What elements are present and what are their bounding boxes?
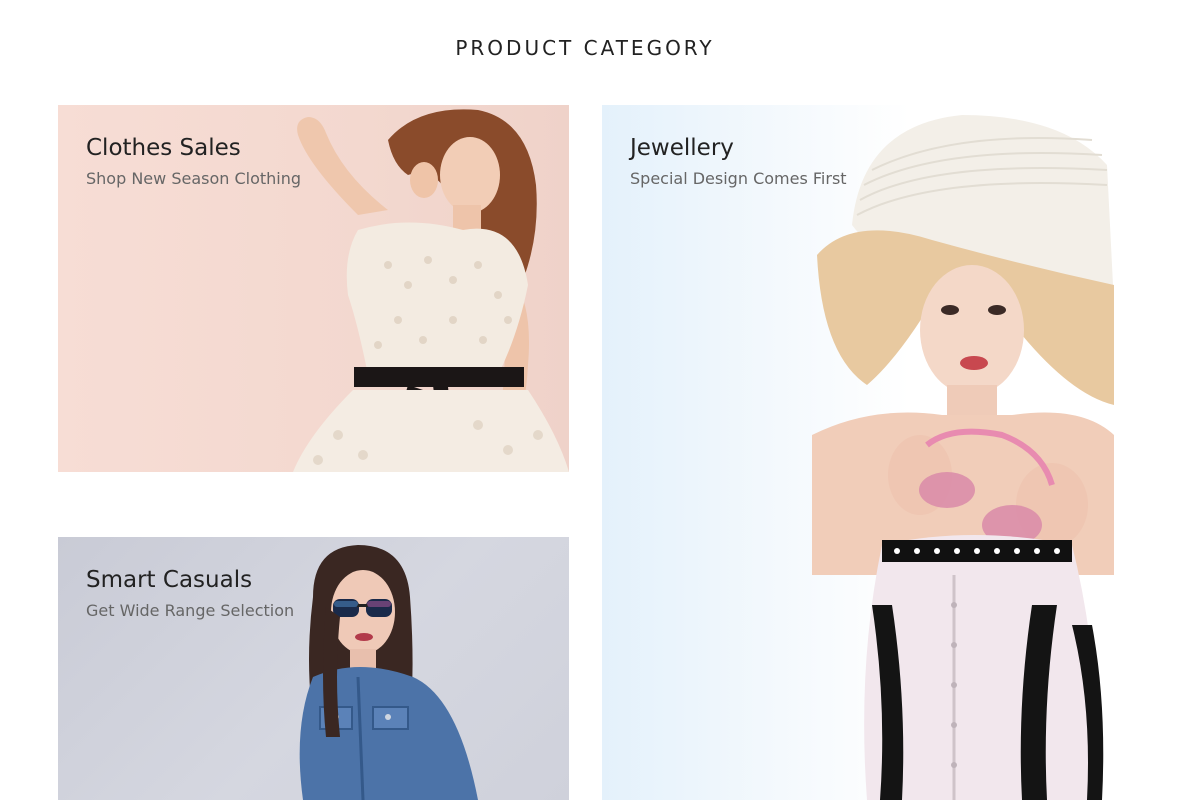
woman-sun-hat-photo [812, 115, 1114, 800]
category-title: Clothes Sales [86, 135, 241, 161]
category-subtitle: Shop New Season Clothing [86, 169, 302, 188]
category-card-text: Clothes Sales Shop New Season Clothing [86, 133, 301, 189]
category-card-text: Smart Casuals Get Wide Range Selection [86, 565, 294, 621]
category-title: Smart Casuals [86, 567, 253, 593]
category-card-text: Jewellery Special Design Comes First [630, 133, 847, 189]
category-card-clothes-sales[interactable]: Clothes Sales Shop New Season Clothing [58, 105, 569, 472]
category-title: Jewellery [630, 135, 734, 161]
category-card-smart-casuals[interactable]: Smart Casuals Get Wide Range Selection [58, 537, 569, 800]
product-category-page: PRODUCT CATEGORY Clothes Sales Shop New … [0, 0, 1200, 800]
category-card-jewellery[interactable]: Jewellery Special Design Comes First [602, 105, 1114, 800]
section-title: PRODUCT CATEGORY [455, 36, 715, 60]
category-subtitle: Get Wide Range Selection [86, 601, 295, 620]
category-subtitle: Special Design Comes First [630, 169, 847, 188]
